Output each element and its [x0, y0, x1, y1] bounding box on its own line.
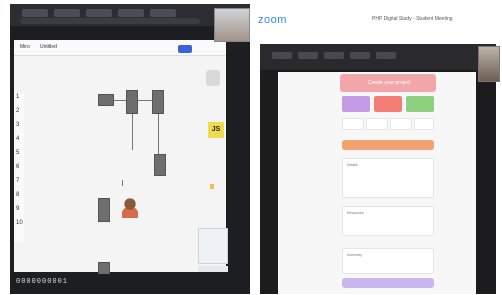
hero-label: Create your project: [368, 80, 411, 86]
side-number: 3: [16, 122, 20, 128]
category-tile[interactable]: [406, 96, 434, 112]
browser-tab[interactable]: [350, 52, 370, 59]
minimap-panel[interactable]: [198, 228, 228, 264]
segment-option[interactable]: [366, 118, 388, 130]
side-number: 1: [16, 94, 20, 100]
card-label: Details: [347, 163, 358, 167]
side-widget[interactable]: [206, 70, 220, 86]
address-bar[interactable]: [20, 18, 200, 24]
whiteboard-canvas[interactable]: [14, 40, 226, 272]
category-tile[interactable]: [374, 96, 402, 112]
diagram-node[interactable]: [154, 154, 166, 176]
card-label: Summary: [347, 253, 362, 257]
browser-tab[interactable]: [118, 9, 144, 17]
side-number: 2: [16, 108, 20, 114]
diagram-connector: [132, 114, 133, 150]
diagram-connector: [158, 114, 159, 154]
bottom-counter: 0000000001: [16, 278, 69, 286]
side-number: 4: [16, 136, 20, 142]
bottom-status-strip: 0000000001: [10, 274, 250, 290]
side-number: 7: [16, 178, 20, 184]
toolbar-label: Miro: [20, 44, 30, 50]
share-button[interactable]: [178, 45, 192, 53]
whiteboard-toolbar: Miro Untitled: [14, 40, 226, 56]
browser-tab[interactable]: [54, 9, 80, 17]
segment-option[interactable]: [342, 118, 364, 130]
browser-tab[interactable]: [376, 52, 396, 59]
whiteboard-side-numbers: 1 2 3 4 5 6 7 8 9 10: [14, 92, 24, 242]
diagram-node[interactable]: [98, 198, 110, 222]
side-number: 8: [16, 192, 20, 198]
category-tile[interactable]: [342, 96, 370, 112]
browser-tab[interactable]: [272, 52, 292, 59]
zoom-control[interactable]: [198, 266, 228, 272]
segment-option[interactable]: [414, 118, 434, 130]
browser-tab[interactable]: [298, 52, 318, 59]
primary-action-button[interactable]: [342, 140, 434, 150]
meeting-title: PHP Digital Study - Student Meeting: [372, 16, 453, 22]
browser-tab[interactable]: [324, 52, 344, 59]
diagram-node[interactable]: [98, 94, 114, 106]
browser-tab[interactable]: [150, 9, 176, 17]
diagram-node[interactable]: [152, 90, 164, 114]
browser-tab-bar: [260, 44, 496, 70]
submit-button[interactable]: [342, 278, 434, 288]
participant-video-left: [214, 8, 250, 42]
diagram-connector: [114, 100, 126, 101]
diagram-connector: [138, 100, 152, 101]
toolbar-label: Untitled: [40, 44, 57, 50]
small-marker: [210, 184, 214, 189]
form-card: Details: [342, 158, 434, 198]
side-number: 5: [16, 150, 20, 156]
diagram-node[interactable]: [126, 90, 138, 114]
card-label: Resources: [347, 211, 364, 215]
user-avatar-sticker: [122, 198, 138, 218]
browser-tab[interactable]: [22, 9, 48, 17]
form-card: Summary: [342, 248, 434, 274]
js-badge: JS: [208, 122, 224, 138]
screenshot-root: Miro Untitled 1 2 3 4 5 6 7 8 9 10 JS 00…: [0, 0, 502, 295]
zoom-logo: zoom: [258, 14, 287, 26]
browser-tab[interactable]: [86, 9, 112, 17]
side-number: 10: [16, 220, 23, 226]
participant-video-right: [478, 46, 500, 82]
side-number: 6: [16, 164, 20, 170]
segment-option[interactable]: [390, 118, 412, 130]
form-card: Resources: [342, 206, 434, 236]
diagram-connector: [122, 180, 123, 186]
side-number: 9: [16, 206, 20, 212]
